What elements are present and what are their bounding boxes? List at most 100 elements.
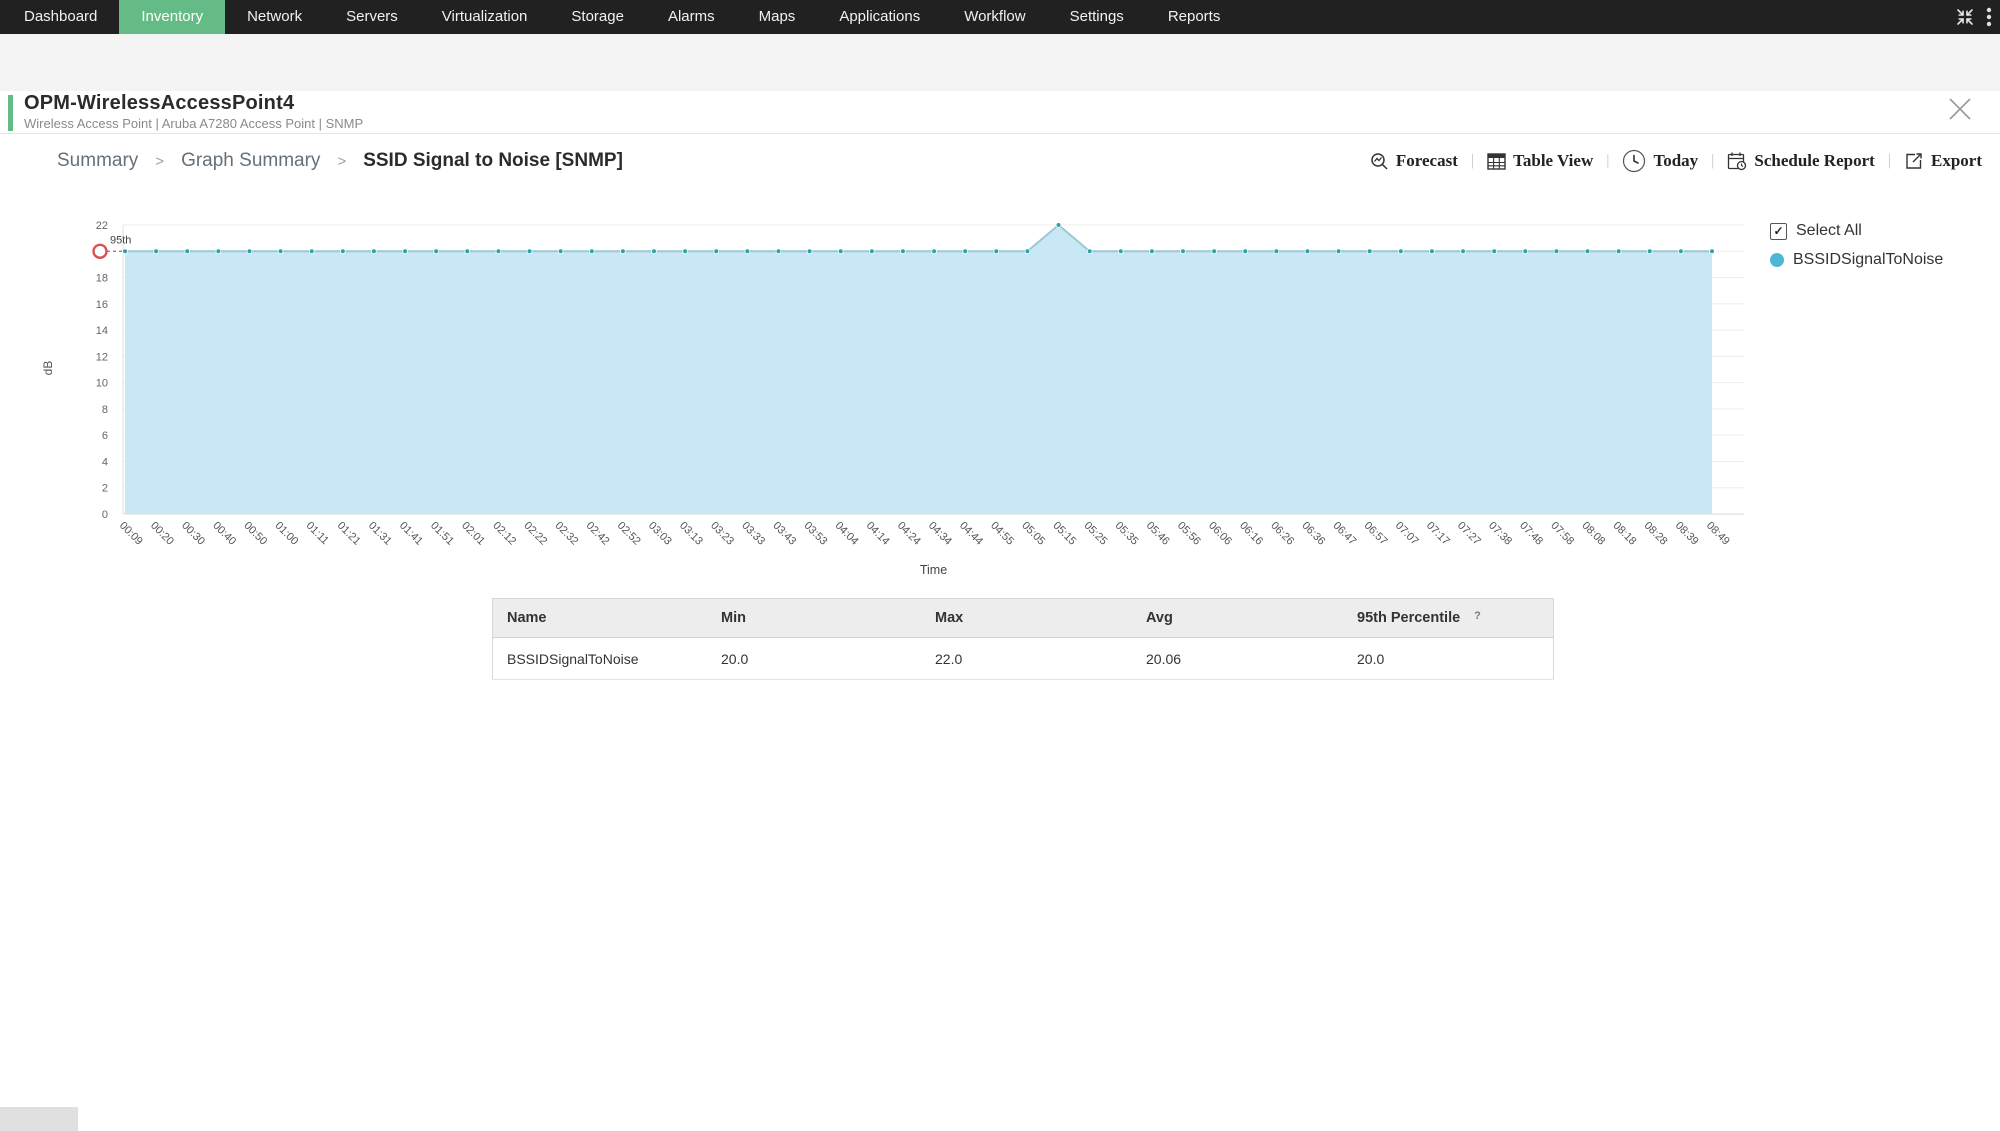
x-tick-label: 08:49 [1704,520,1732,548]
data-point-marker [1492,249,1497,254]
data-point-marker [1430,249,1435,254]
nav-item-dashboard[interactable]: Dashboard [2,0,119,34]
y-axis-title: dB [41,361,55,376]
x-tick-label: 05:05 [1019,520,1047,548]
data-point-marker [216,249,221,254]
x-tick-label: 05:46 [1144,520,1172,548]
x-tick-label: 07:27 [1455,520,1483,548]
sub-nav-band [0,34,2000,92]
data-point-marker [340,249,345,254]
bottom-left-gutter [0,1107,78,1131]
y-tick-label: 18 [96,273,108,285]
data-point-marker [1616,249,1621,254]
data-point-marker [558,249,563,254]
x-tick-label: 06:57 [1362,520,1390,548]
nav-item-alarms[interactable]: Alarms [646,0,737,34]
x-tick-label: 01:00 [272,520,300,548]
select-all-label: Select All [1796,222,1862,240]
data-point-marker [714,249,719,254]
breadcrumb-graph-summary[interactable]: Graph Summary [181,150,320,172]
x-tick-label: 03:33 [739,520,767,548]
close-icon[interactable] [1946,95,1974,123]
y-tick-label: 10 [96,378,108,390]
nav-item-network[interactable]: Network [225,0,324,34]
legend-series-row[interactable]: BSSIDSignalToNoise [1770,251,1943,269]
nav-item-maps[interactable]: Maps [737,0,818,34]
data-point-marker [309,249,314,254]
x-tick-label: 00:30 [179,520,207,548]
export-button[interactable]: Export [1904,151,1982,171]
x-tick-label: 02:01 [459,520,487,548]
data-point-marker [278,249,283,254]
x-tick-label: 01:41 [397,520,425,548]
data-point-marker [403,249,408,254]
x-tick-label: 02:22 [521,520,549,548]
nav-item-reports[interactable]: Reports [1146,0,1243,34]
x-tick-label: 07:58 [1548,520,1576,548]
data-point-marker [465,249,470,254]
nav-item-settings[interactable]: Settings [1048,0,1146,34]
column-header-95th-percentile: 95th Percentile? [1343,599,1554,638]
series-line [125,225,1712,251]
breadcrumb-summary[interactable]: Summary [57,150,138,172]
data-point-marker [1025,249,1030,254]
chart-toolbar: Forecast | Table View | Today | [1370,134,1982,188]
x-tick-label: 08:08 [1579,520,1607,548]
select-all-checkbox[interactable]: ✓ [1770,223,1787,240]
y-tick-label: 0 [102,509,108,521]
chevron-right-icon: > [337,153,346,170]
data-point-marker [932,249,937,254]
x-tick-label: 02:52 [615,520,643,548]
forecast-button[interactable]: Forecast [1370,151,1458,171]
table-row: BSSIDSignalToNoise20.022.020.0620.0 [493,638,1554,680]
export-icon [1904,151,1924,171]
nav-item-applications[interactable]: Applications [817,0,942,34]
data-point-marker [247,249,252,254]
y-tick-label: 12 [96,351,108,363]
nav-item-servers[interactable]: Servers [324,0,420,34]
x-tick-label: 04:34 [926,520,954,548]
today-period-button[interactable]: Today [1622,149,1698,173]
breadcrumb: Summary > Graph Summary > SSID Signal to… [57,134,623,188]
nav-item-virtualization[interactable]: Virtualization [420,0,550,34]
cell-name: BSSIDSignalToNoise [493,638,708,680]
data-point-marker [869,249,874,254]
nav-item-storage[interactable]: Storage [549,0,646,34]
data-point-marker [620,249,625,254]
x-tick-label: 04:55 [988,520,1016,548]
x-tick-label: 02:32 [553,520,581,548]
x-tick-label: 07:17 [1424,520,1452,548]
x-tick-label: 00:40 [210,520,238,548]
x-tick-label: 02:42 [584,520,612,548]
kebab-menu-icon[interactable] [1986,7,1992,27]
y-tick-label: 22 [96,220,108,232]
data-point-marker [1367,249,1372,254]
nav-item-inventory[interactable]: Inventory [119,0,225,34]
x-tick-label: 02:12 [490,520,518,548]
percentile-help-icon[interactable]: ? [1474,610,1481,622]
toolbar-separator: | [1606,152,1609,170]
device-title: OPM-WirelessAccessPoint4 [24,92,294,115]
x-tick-label: 06:36 [1299,520,1327,548]
collapse-fullscreen-icon[interactable] [1956,8,1974,26]
toolbar-separator: | [1888,152,1891,170]
schedule-report-button[interactable]: Schedule Report [1727,151,1874,171]
x-tick-label: 03:43 [770,520,798,548]
data-point-marker [1305,249,1310,254]
data-point-marker [589,249,594,254]
table-view-button[interactable]: Table View [1487,151,1593,171]
data-point-marker [901,249,906,254]
breadcrumb-current-page: SSID Signal to Noise [SNMP] [363,150,623,172]
data-point-marker [1336,249,1341,254]
data-point-marker [372,249,377,254]
x-tick-label: 00:50 [241,520,269,548]
x-tick-label: 05:35 [1113,520,1141,548]
nav-item-workflow[interactable]: Workflow [942,0,1047,34]
nav-right-icons [1956,0,1992,34]
data-point-marker [1710,249,1715,254]
snr-area-chart: 024681012141618202295th00:0900:2000:3000… [0,200,2000,595]
x-tick-label: 03:03 [646,520,674,548]
forecast-icon [1370,152,1389,171]
chart-series-BSSIDSignalToNoise [123,223,1715,514]
y-tick-label: 16 [96,299,108,311]
